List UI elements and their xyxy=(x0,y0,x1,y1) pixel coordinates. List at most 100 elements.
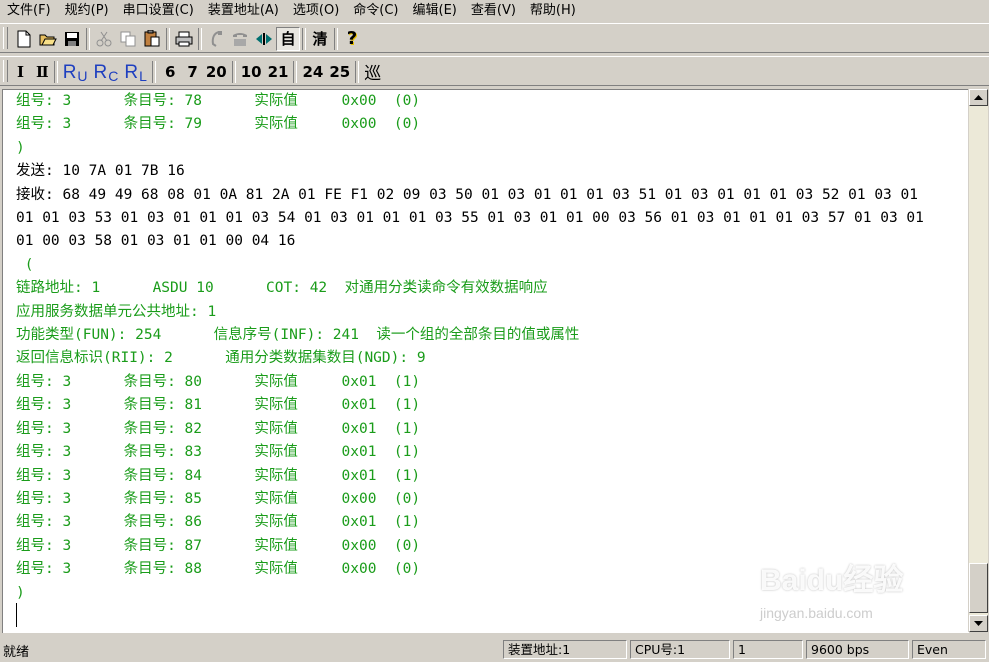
cut-button[interactable] xyxy=(92,27,116,51)
baidu-watermark: Baidu经验 jingyan.baidu.com xyxy=(760,555,903,621)
read-c-letter: R xyxy=(93,61,108,83)
log-line: 发送: 10 7A 01 7B 16 xyxy=(16,163,185,180)
scissors-icon xyxy=(96,31,112,46)
read-l-letter: R xyxy=(124,61,139,83)
log-lines: 组号: 3 条目号: 78 实际值 0x00 (0) 组号: 3 条目号: 79 … xyxy=(3,90,969,605)
scroll-up-button[interactable] xyxy=(969,89,988,106)
status-ready: 就绪 xyxy=(3,645,30,660)
print-button[interactable] xyxy=(172,27,196,51)
status-cpu: CPU号:1 xyxy=(630,640,730,659)
menu-file[interactable]: 文件(F) xyxy=(0,0,58,22)
toolbar-separator xyxy=(198,27,202,50)
menu-protocol[interactable]: 规约(P) xyxy=(58,0,116,22)
printer-icon xyxy=(175,31,193,46)
open-folder-icon xyxy=(39,34,57,45)
menu-edit[interactable]: 编辑(E) xyxy=(406,0,464,22)
connect-arrows-icon xyxy=(256,32,272,45)
menu-options[interactable]: 选项(O) xyxy=(286,0,346,22)
menu-device-address[interactable]: 装置地址(A) xyxy=(201,0,286,22)
standard-toolbar: 自 清 ? xyxy=(0,23,989,53)
clear-button[interactable]: 清 xyxy=(308,27,332,51)
command-24-button[interactable]: 24 xyxy=(299,60,326,84)
log-line: 组号: 3 条目号: 79 实际值 0x00 (0) xyxy=(16,116,421,133)
toolbar-separator xyxy=(151,60,156,83)
menu-help[interactable]: 帮助(H) xyxy=(523,0,583,22)
command-6-button[interactable]: 6 xyxy=(162,60,178,84)
arrow-up-icon xyxy=(974,94,983,100)
watermark-url: jingyan.baidu.com xyxy=(760,605,873,621)
command-10-button[interactable]: 10 xyxy=(238,60,265,84)
menu-bar: 文件(F) 规约(P) 串口设置(C) 装置地址(A) 选项(O) 命令(C) … xyxy=(0,0,989,22)
command-21-button[interactable]: 21 xyxy=(265,60,292,84)
auto-button[interactable]: 自 xyxy=(276,26,300,51)
command-1-button[interactable]: Ⅰ xyxy=(14,60,27,84)
toolbar-separator xyxy=(53,60,58,83)
message-log[interactable]: 组号: 3 条目号: 78 实际值 0x00 (0) 组号: 3 条目号: 79 … xyxy=(2,89,969,633)
paste-button[interactable] xyxy=(140,27,164,51)
log-line: 01 00 03 58 01 03 01 01 00 04 16 xyxy=(16,233,296,250)
log-line: ( xyxy=(16,256,34,273)
log-line: 应用服务数据单元公共地址: 1 xyxy=(16,303,217,320)
toolbar-separator xyxy=(355,60,360,83)
toolbar-separator xyxy=(166,27,170,50)
log-line: 组号: 3 条目号: 84 实际值 0x01 (1) xyxy=(16,467,421,484)
read-l-button[interactable]: RL xyxy=(121,60,150,84)
watermark-main: Baidu经验 xyxy=(760,564,904,597)
toolbar-separator xyxy=(86,27,90,50)
status-parity: Even xyxy=(912,640,986,659)
telephone-icon xyxy=(233,32,247,46)
toolbar-buttons: 自 清 ? xyxy=(12,26,364,51)
copy-button[interactable] xyxy=(116,27,140,51)
log-line: 返回信息标识(RII): 2 通用分类数据集数目(NGD): 9 xyxy=(16,350,426,367)
status-device-address: 装置地址:1 xyxy=(503,640,627,659)
help-question-icon: ? xyxy=(346,28,358,49)
log-line: 组号: 3 条目号: 85 实际值 0x00 (0) xyxy=(16,490,421,507)
clipboard-icon xyxy=(144,30,160,47)
command-20-button[interactable]: 20 xyxy=(203,60,230,84)
read-c-sub: C xyxy=(108,67,119,84)
save-button[interactable] xyxy=(60,27,84,51)
connect-button[interactable] xyxy=(252,27,276,51)
log-line: 组号: 3 条目号: 86 实际值 0x01 (1) xyxy=(16,514,421,531)
vertical-scrollbar[interactable] xyxy=(968,89,988,632)
dial-button[interactable] xyxy=(204,27,228,51)
command-7-button[interactable]: 7 xyxy=(184,60,200,84)
new-file-button[interactable] xyxy=(12,27,36,51)
toolbar-separator xyxy=(231,60,236,83)
log-line: 组号: 3 条目号: 81 实际值 0x01 (1) xyxy=(16,397,421,414)
text-cursor xyxy=(16,603,17,627)
scroll-down-button[interactable] xyxy=(969,615,988,632)
save-disk-icon xyxy=(65,31,79,46)
open-file-button[interactable] xyxy=(36,27,60,51)
status-number: 1 xyxy=(733,640,803,659)
log-line: 组号: 3 条目号: 82 实际值 0x01 (1) xyxy=(16,420,421,437)
log-line: 组号: 3 条目号: 83 实际值 0x01 (1) xyxy=(16,444,421,461)
copy-icon xyxy=(120,31,136,46)
command-toolbar: Ⅰ Ⅱ RU RC RL 6 7 20 10 21 24 25 巡 xyxy=(0,56,989,86)
log-line: ) xyxy=(16,139,25,156)
read-c-button[interactable]: RC xyxy=(91,60,122,84)
status-bar: 就绪 装置地址:1 CPU号:1 1 9600 bps Even xyxy=(0,637,989,662)
command-2-button[interactable]: Ⅱ xyxy=(33,60,52,84)
toolbar-separator xyxy=(334,27,338,50)
toolbar-grip[interactable] xyxy=(3,60,8,82)
read-u-letter: R xyxy=(62,61,77,83)
read-u-button[interactable]: RU xyxy=(60,60,91,84)
scroll-thumb[interactable] xyxy=(969,563,988,613)
status-baud-rate: 9600 bps xyxy=(806,640,909,659)
toolbar-grip[interactable] xyxy=(3,27,8,49)
menu-command[interactable]: 命令(C) xyxy=(346,0,405,22)
hangup-button[interactable] xyxy=(228,27,252,51)
arrow-down-icon xyxy=(974,620,983,626)
menu-view[interactable]: 查看(V) xyxy=(464,0,523,22)
command-25-button[interactable]: 25 xyxy=(326,60,353,84)
help-button[interactable]: ? xyxy=(340,27,364,51)
new-file-icon xyxy=(17,30,31,47)
log-line: 接收: 68 49 49 68 08 01 0A 81 2A 01 FE F1 … xyxy=(16,186,918,203)
phone-handset-icon xyxy=(211,30,222,47)
patrol-button[interactable]: 巡 xyxy=(361,60,384,84)
toolbar-separator xyxy=(302,27,306,50)
menu-serial-settings[interactable]: 串口设置(C) xyxy=(116,0,201,22)
toolbar-separator xyxy=(293,60,298,83)
command-buttons: Ⅰ Ⅱ RU RC RL 6 7 20 10 21 24 25 巡 xyxy=(14,59,384,84)
